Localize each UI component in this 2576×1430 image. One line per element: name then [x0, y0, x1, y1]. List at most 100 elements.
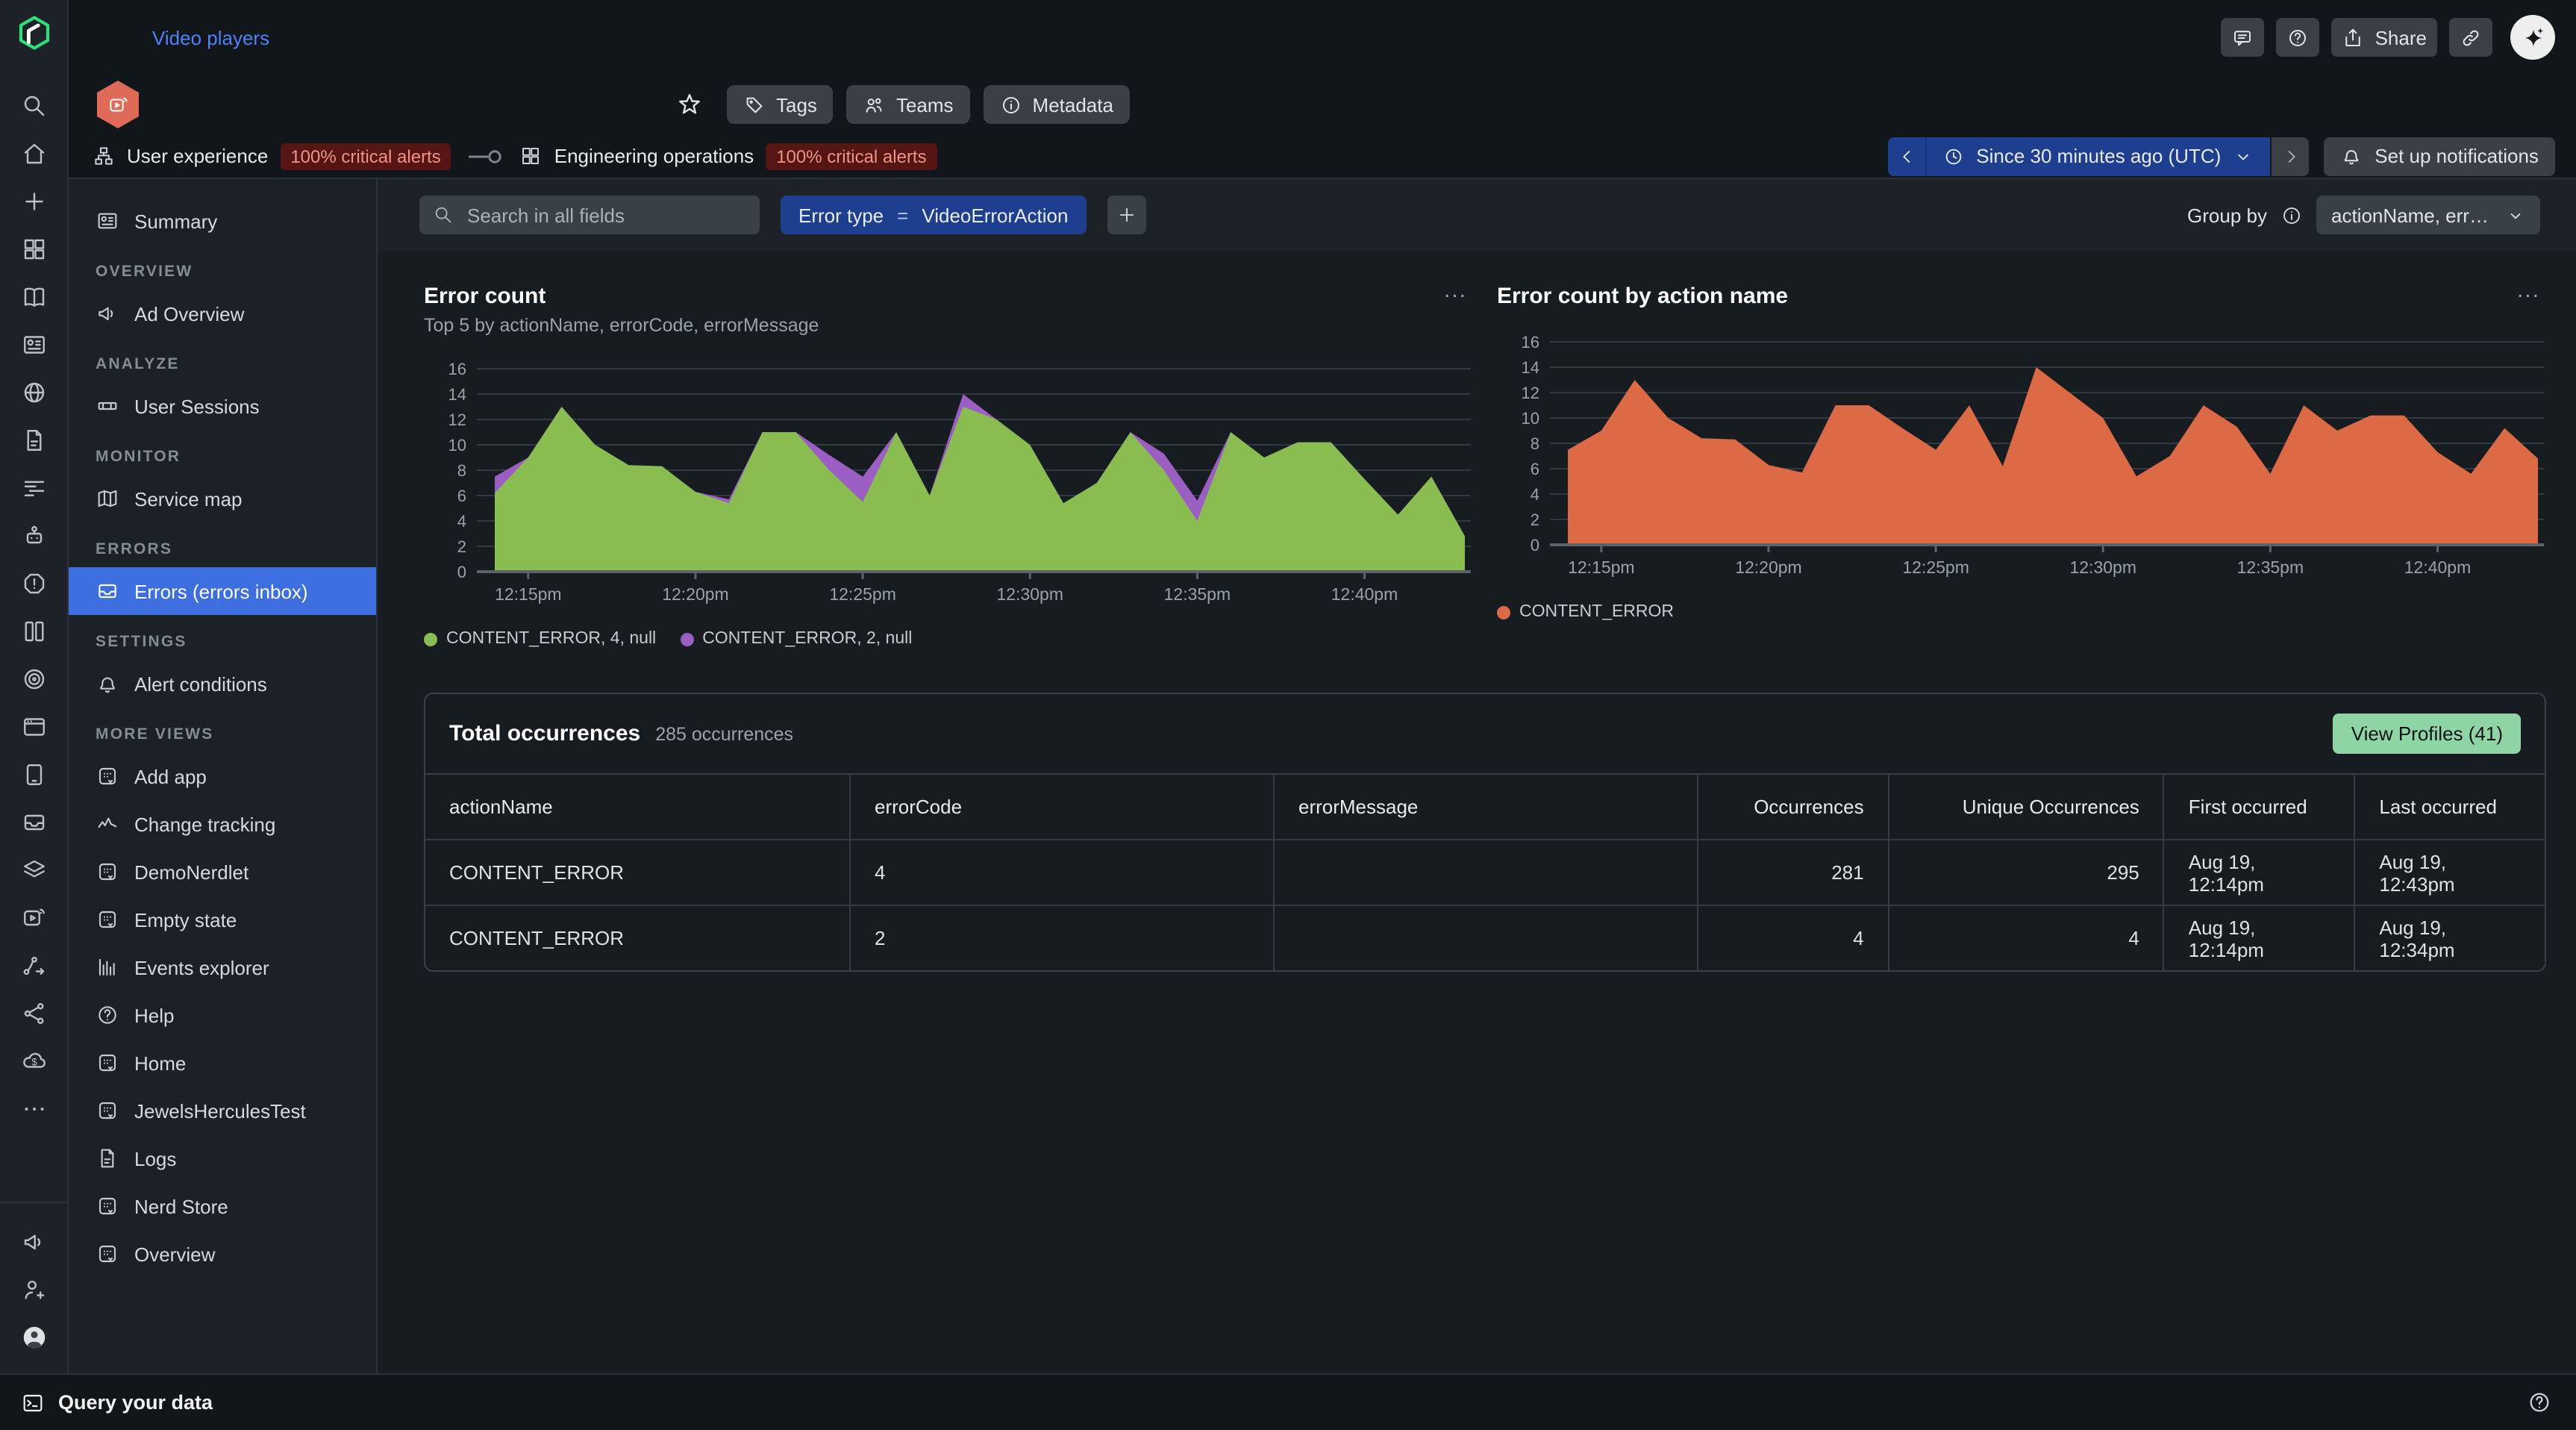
time-range-button[interactable]: Since 30 minutes ago (UTC) [1927, 137, 2270, 175]
sidebar-item-add-app[interactable]: Add app [69, 752, 376, 800]
rail-megaphone-button[interactable] [0, 1218, 68, 1266]
column-header-occurrences[interactable]: Occurrences [1697, 773, 1888, 839]
chart-options-button[interactable]: ... [2511, 284, 2546, 299]
rail-globe-button[interactable] [0, 369, 68, 416]
rail-layers-button[interactable] [0, 846, 68, 894]
sidebar-item-change-tracking[interactable]: Change tracking [69, 800, 376, 848]
legend-item[interactable]: CONTENT_ERROR, 2, null [680, 630, 912, 648]
chart-options-button[interactable]: ... [1438, 284, 1473, 299]
bell-icon [2340, 145, 2363, 167]
legend-item[interactable]: CONTENT_ERROR, 4, null [424, 630, 656, 648]
cell-unique-occurrences: 295 [1888, 839, 2163, 905]
rail-avatar-button[interactable] [0, 1314, 68, 1361]
sidebar-item-overview[interactable]: Overview [69, 1230, 376, 1278]
sidebar-item-nerd-store[interactable]: Nerd Store [69, 1182, 376, 1230]
rail-tablet-button[interactable] [0, 751, 68, 799]
copy-link-button[interactable] [2449, 18, 2492, 57]
rail-list-button[interactable] [0, 464, 68, 512]
column-header-errorcode[interactable]: errorCode [849, 773, 1273, 839]
feedback-button[interactable] [2222, 18, 2265, 57]
group-by-select[interactable]: actionName, errorCo... [2316, 196, 2540, 234]
new-relic-logo-icon[interactable] [16, 15, 51, 58]
svg-text:10: 10 [448, 436, 466, 455]
group-by-label: Group by [2187, 204, 2267, 226]
view-profiles-button[interactable]: View Profiles (41) [2333, 714, 2521, 754]
time-back-button[interactable] [1888, 137, 1927, 175]
column-header-first-occurred[interactable]: First occurred [2163, 773, 2354, 839]
rail-video-cast-button[interactable] [0, 894, 68, 942]
rail-route-button[interactable] [0, 942, 68, 990]
sidebar-item-empty-state[interactable]: Empty state [69, 896, 376, 943]
sidebar-item-home[interactable]: Home [69, 1039, 376, 1087]
sidebar-item-label: Alert conditions [134, 672, 267, 695]
search-input[interactable] [464, 202, 746, 228]
rail-window-button[interactable] [0, 703, 68, 751]
tags-button[interactable]: Tags [727, 85, 834, 124]
workflow-item-engineering-operations[interactable]: Engineering operations100% critical aler… [520, 143, 937, 169]
rail-inbox-button[interactable] [0, 799, 68, 846]
filter-chip-error-type[interactable]: Error type=VideoErrorAction [781, 196, 1086, 234]
sidebar-item-user-sessions[interactable]: User Sessions [69, 382, 376, 430]
workflow-item-user-experience[interactable]: User experience100% critical alerts [93, 143, 451, 169]
favorite-star-button[interactable] [676, 91, 703, 118]
sidebar-item-demonerdlet[interactable]: DemoNerdlet [69, 848, 376, 896]
link-icon [2460, 26, 2482, 49]
map-icon [96, 487, 119, 511]
globe-icon [20, 379, 47, 406]
add-filter-button[interactable] [1107, 196, 1145, 234]
metadata-button[interactable]: Metadata [984, 85, 1130, 124]
column-header-last-occurred[interactable]: Last occurred [2354, 773, 2545, 839]
rail-share-nodes-button[interactable] [0, 990, 68, 1037]
sidebar-item-logs[interactable]: Logs [69, 1134, 376, 1182]
rail-plus-button[interactable] [0, 178, 68, 225]
sidebar-item-label: Change tracking [134, 813, 275, 835]
sidebar-item-ad-overview[interactable]: Ad Overview [69, 290, 376, 337]
sidebar-item-label: Logs [134, 1147, 176, 1170]
document-icon [20, 427, 47, 454]
time-forward-button[interactable] [2270, 137, 2309, 175]
rail-dashboard-button[interactable] [0, 321, 68, 369]
rail-bot-button[interactable] [0, 512, 68, 560]
help-button[interactable] [2277, 18, 2320, 57]
rail-book-button[interactable] [0, 273, 68, 321]
rail-search-button[interactable] [0, 82, 68, 130]
table-row[interactable]: CONTENT_ERROR244Aug 19, 12:14pmAug 19, 1… [425, 905, 2545, 970]
sidebar-item-summary[interactable]: Summary [69, 197, 376, 245]
bottom-help-button[interactable] [2527, 1390, 2552, 1415]
legend-dot-icon [424, 632, 437, 646]
rail-home-button[interactable] [0, 130, 68, 178]
rail-ellipsis-button[interactable] [0, 1085, 68, 1133]
svg-text:12:35pm: 12:35pm [2237, 558, 2304, 577]
column-header-errormessage[interactable]: errorMessage [1273, 773, 1697, 839]
sidebar-item-service-map[interactable]: Service map [69, 475, 376, 522]
info-icon[interactable] [2280, 204, 2303, 226]
table-row[interactable]: CONTENT_ERROR4281295Aug 19, 12:14pmAug 1… [425, 839, 2545, 905]
query-your-data-button[interactable]: Query your data [21, 1390, 213, 1414]
rail-document-button[interactable] [0, 416, 68, 464]
column-header-unique-occurrences[interactable]: Unique Occurrences [1888, 773, 2163, 839]
rail-target-button[interactable] [0, 655, 68, 703]
sidebar-item-jewelsherculestest[interactable]: JewelsHerculesTest [69, 1087, 376, 1134]
pill-label: Teams [896, 93, 954, 116]
sidebar-item-errors-errors-inbox[interactable]: Errors (errors inbox) [69, 567, 376, 615]
svg-text:12: 12 [1522, 384, 1539, 402]
rail-cloud-dollar-button[interactable]: $ [0, 1037, 68, 1085]
video-cast-icon [107, 93, 129, 116]
setup-notifications-button[interactable]: Set up notifications [2324, 137, 2555, 175]
breadcrumb[interactable]: Video players [152, 26, 269, 49]
sidebar-item-alert-conditions[interactable]: Alert conditions [69, 660, 376, 708]
ai-assistant-button[interactable] [2510, 15, 2555, 60]
share-button[interactable]: Share [2332, 18, 2437, 57]
sidebar-heading-analyze: ANALYZE [69, 337, 376, 382]
sidebar-item-events-explorer[interactable]: Events explorer [69, 943, 376, 991]
teams-button[interactable]: Teams [847, 85, 970, 124]
legend-item[interactable]: CONTENT_ERROR [1497, 603, 1674, 621]
sidebar-item-help[interactable]: Help [69, 991, 376, 1039]
sidebar-heading-monitor: MONITOR [69, 430, 376, 475]
share-label: Share [2375, 26, 2427, 49]
rail-alert-octagon-button[interactable] [0, 560, 68, 608]
rail-grid-button[interactable] [0, 225, 68, 273]
rail-columns-button[interactable] [0, 608, 68, 655]
rail-user-plus-button[interactable] [0, 1266, 68, 1314]
column-header-actionname[interactable]: actionName [425, 773, 849, 839]
